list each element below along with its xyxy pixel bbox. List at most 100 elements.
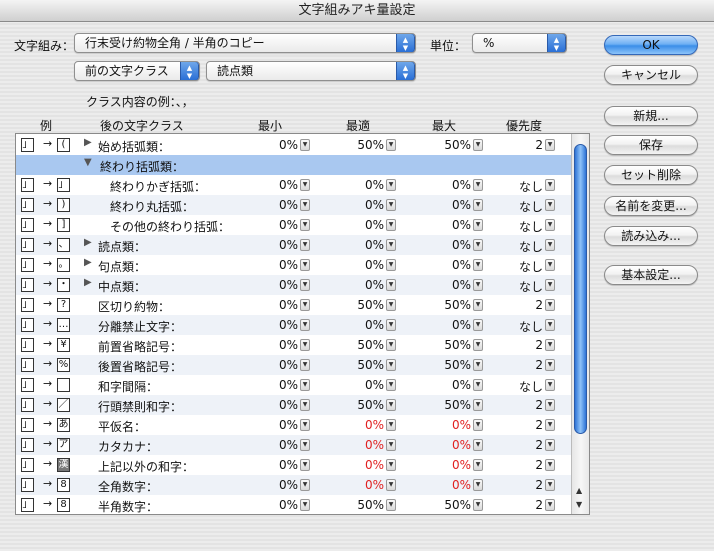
table-section-row[interactable]: ▼ 終わり括弧類： xyxy=(16,155,572,175)
min-dropdown-icon[interactable]: ▼ xyxy=(300,179,310,191)
opt-dropdown-icon[interactable]: ▼ xyxy=(386,459,396,471)
max-dropdown-icon[interactable]: ▼ xyxy=(473,459,483,471)
priority-dropdown-icon[interactable]: ▼ xyxy=(545,199,555,211)
priority-dropdown-icon[interactable]: ▼ xyxy=(545,419,555,431)
priority-dropdown-icon[interactable]: ▼ xyxy=(545,379,555,391)
priority-dropdown-icon[interactable]: ▼ xyxy=(545,259,555,271)
priority-dropdown-icon[interactable]: ▼ xyxy=(545,239,555,251)
max-dropdown-icon[interactable]: ▼ xyxy=(473,499,483,511)
opt-dropdown-icon[interactable]: ▼ xyxy=(386,359,396,371)
priority-dropdown-icon[interactable]: ▼ xyxy=(545,499,555,511)
cancel-button[interactable]: キャンセル xyxy=(604,65,698,85)
basic-settings-button[interactable]: 基本設定... xyxy=(604,265,698,285)
min-dropdown-icon[interactable]: ▼ xyxy=(300,299,310,311)
priority-dropdown-icon[interactable]: ▼ xyxy=(545,459,555,471)
min-dropdown-icon[interactable]: ▼ xyxy=(300,379,310,391)
priority-dropdown-icon[interactable]: ▼ xyxy=(545,339,555,351)
priority-dropdown-icon[interactable]: ▼ xyxy=(545,359,555,371)
min-dropdown-icon[interactable]: ▼ xyxy=(300,239,310,251)
max-dropdown-icon[interactable]: ▼ xyxy=(473,299,483,311)
min-dropdown-icon[interactable]: ▼ xyxy=(300,499,310,511)
table-row[interactable]: 」 → 和字間隔： 0% ▼ 0% ▼ 0% ▼ なし ▼ xyxy=(16,375,572,395)
min-dropdown-icon[interactable]: ▼ xyxy=(300,479,310,491)
min-dropdown-icon[interactable]: ▼ xyxy=(300,459,310,471)
min-dropdown-icon[interactable]: ▼ xyxy=(300,279,310,291)
disclosure-closed-icon[interactable]: ▶ xyxy=(84,237,92,248)
prev-class-select[interactable]: 前の文字クラス ▲ ▼ xyxy=(74,61,200,81)
priority-dropdown-icon[interactable]: ▼ xyxy=(545,139,555,151)
scroll-up-icon[interactable]: ▲ xyxy=(576,486,582,495)
table-row[interactable]: 」 → あ平仮名： 0% ▼ 0% ▼ 0% ▼ 2 ▼ xyxy=(16,415,572,435)
table-row[interactable]: 」 →? 区切り約物： 0% ▼ 50% ▼ 50% ▼ 2 ▼ xyxy=(16,295,572,315)
table-row[interactable]: 」 → 8 全角数字： 0% ▼ 0% ▼ 0% ▼ 2 ▼ xyxy=(16,475,572,495)
opt-dropdown-icon[interactable]: ▼ xyxy=(386,419,396,431)
save-button[interactable]: 保存 xyxy=(604,135,698,155)
max-dropdown-icon[interactable]: ▼ xyxy=(473,179,483,191)
max-dropdown-icon[interactable]: ▼ xyxy=(473,219,483,231)
min-dropdown-icon[interactable]: ▼ xyxy=(300,339,310,351)
opt-dropdown-icon[interactable]: ▼ xyxy=(386,279,396,291)
min-dropdown-icon[interactable]: ▼ xyxy=(300,399,310,411)
priority-dropdown-icon[interactable]: ▼ xyxy=(545,179,555,191)
table-row[interactable]: 」 →、 ▶ 読点類： 0% ▼ 0% ▼ 0% ▼ なし ▼ xyxy=(16,235,572,255)
max-dropdown-icon[interactable]: ▼ xyxy=(473,479,483,491)
opt-dropdown-icon[interactable]: ▼ xyxy=(386,199,396,211)
min-dropdown-icon[interactable]: ▼ xyxy=(300,419,310,431)
priority-dropdown-icon[interactable]: ▼ xyxy=(545,319,555,331)
max-dropdown-icon[interactable]: ▼ xyxy=(473,419,483,431)
table-row[interactable]: 」 →% 後置省略記号： 0% ▼ 50% ▼ 50% ▼ 2 ▼ xyxy=(16,355,572,375)
mojikumi-select[interactable]: 行末受け約物全角 / 半角のコピー ▲ ▼ xyxy=(74,33,416,53)
max-dropdown-icon[interactable]: ▼ xyxy=(473,199,483,211)
max-dropdown-icon[interactable]: ▼ xyxy=(473,439,483,451)
priority-dropdown-icon[interactable]: ▼ xyxy=(545,219,555,231)
disclosure-closed-icon[interactable]: ▶ xyxy=(84,257,92,268)
priority-dropdown-icon[interactable]: ▼ xyxy=(545,399,555,411)
table-row[interactable]: 」 →」終わりかぎ括弧： 0% ▼ 0% ▼ 0% ▼ なし ▼ xyxy=(16,175,572,195)
opt-dropdown-icon[interactable]: ▼ xyxy=(386,399,396,411)
disclosure-closed-icon[interactable]: ▶ xyxy=(84,277,92,288)
opt-dropdown-icon[interactable]: ▼ xyxy=(386,379,396,391)
load-button[interactable]: 読み込み... xyxy=(604,226,698,246)
max-dropdown-icon[interactable]: ▼ xyxy=(473,259,483,271)
min-dropdown-icon[interactable]: ▼ xyxy=(300,199,310,211)
priority-dropdown-icon[interactable]: ▼ xyxy=(545,279,555,291)
opt-dropdown-icon[interactable]: ▼ xyxy=(386,139,396,151)
max-dropdown-icon[interactable]: ▼ xyxy=(473,379,483,391)
opt-dropdown-icon[interactable]: ▼ xyxy=(386,319,396,331)
delete-set-button[interactable]: セット削除 xyxy=(604,165,698,185)
max-dropdown-icon[interactable]: ▼ xyxy=(473,339,483,351)
max-dropdown-icon[interactable]: ▼ xyxy=(473,239,483,251)
class-select[interactable]: 読点類 ▲ ▼ xyxy=(206,61,416,81)
min-dropdown-icon[interactable]: ▼ xyxy=(300,219,310,231)
opt-dropdown-icon[interactable]: ▼ xyxy=(386,339,396,351)
table-row[interactable]: 」 →(▶ 始め括弧類： 0% ▼ 50% ▼ 50% ▼ 2 ▼ xyxy=(16,135,572,155)
table-row[interactable]: 」 → ¥ 前置省略記号： 0% ▼ 50% ▼ 50% ▼ 2 ▼ xyxy=(16,335,572,355)
max-dropdown-icon[interactable]: ▼ xyxy=(473,399,483,411)
unit-select[interactable]: % ▲ ▼ xyxy=(472,33,567,53)
table-row[interactable]: 」 → アカタカナ： 0% ▼ 0% ▼ 0% ▼ 2 ▼ xyxy=(16,435,572,455)
opt-dropdown-icon[interactable]: ▼ xyxy=(386,239,396,251)
disclosure-closed-icon[interactable]: ▶ xyxy=(84,137,92,148)
scrollbar-thumb[interactable] xyxy=(574,144,587,434)
table-row[interactable]: 」 →。 ▶ 句点類： 0% ▼ 0% ▼ 0% ▼ なし ▼ xyxy=(16,255,572,275)
new-button[interactable]: 新規... xyxy=(604,106,698,126)
opt-dropdown-icon[interactable]: ▼ xyxy=(386,499,396,511)
priority-dropdown-icon[interactable]: ▼ xyxy=(545,479,555,491)
opt-dropdown-icon[interactable]: ▼ xyxy=(386,219,396,231)
min-dropdown-icon[interactable]: ▼ xyxy=(300,359,310,371)
disclosure-open-icon[interactable]: ▼ xyxy=(84,157,92,168)
opt-dropdown-icon[interactable]: ▼ xyxy=(386,439,396,451)
table-row[interactable]: 」 → ・ ▶ 中点類： 0% ▼ 0% ▼ 0% ▼ なし ▼ xyxy=(16,275,572,295)
opt-dropdown-icon[interactable]: ▼ xyxy=(386,259,396,271)
min-dropdown-icon[interactable]: ▼ xyxy=(300,259,310,271)
table-row[interactable]: 」 →… 分離禁止文字： 0% ▼ 0% ▼ 0% ▼ なし ▼ xyxy=(16,315,572,335)
table-row[interactable]: 」 → 8 半角数字： 0% ▼ 50% ▼ 50% ▼ 2 ▼ xyxy=(16,495,572,514)
min-dropdown-icon[interactable]: ▼ xyxy=(300,139,310,151)
max-dropdown-icon[interactable]: ▼ xyxy=(473,319,483,331)
priority-dropdown-icon[interactable]: ▼ xyxy=(545,299,555,311)
scroll-down-icon[interactable]: ▼ xyxy=(576,500,582,509)
priority-dropdown-icon[interactable]: ▼ xyxy=(545,439,555,451)
opt-dropdown-icon[interactable]: ▼ xyxy=(386,479,396,491)
max-dropdown-icon[interactable]: ▼ xyxy=(473,359,483,371)
max-dropdown-icon[interactable]: ▼ xyxy=(473,279,483,291)
